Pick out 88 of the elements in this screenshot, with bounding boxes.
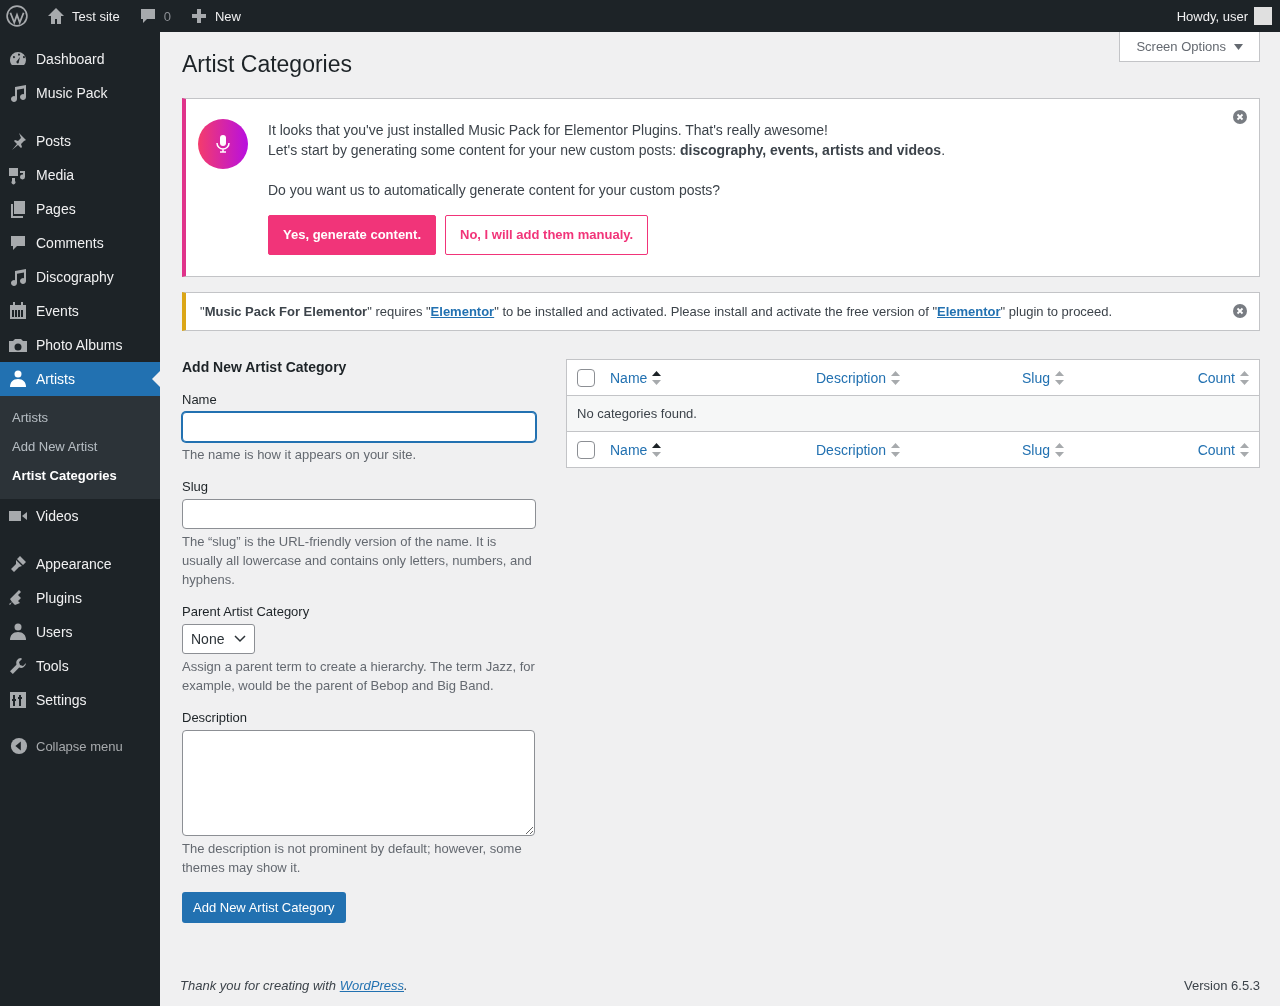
menu-item[interactable]: Photo Albums	[0, 328, 160, 362]
elementor-link[interactable]: Elementor	[937, 304, 1001, 319]
text-field[interactable]	[182, 412, 536, 442]
select-all-checkbox[interactable]	[577, 440, 595, 459]
notice-text: It looks that you've just installed Music Pack for Elementor Plugins. That's really awesome!	[268, 121, 829, 140]
page-title: Artist Categories	[182, 51, 353, 78]
add-category-button[interactable]: Add New Artist Category	[182, 892, 346, 923]
pages-icon	[8, 199, 28, 219]
chevron-down-icon	[234, 635, 247, 643]
warning-text: "Music Pack For Elementor" requires "Elementor" to be installed and activated. Please install and activate the free version of "Elementor" plugin to proceed.	[200, 304, 1113, 319]
decline-button[interactable]: No, I will add them manualy.	[445, 215, 649, 255]
submenu-item[interactable]: Artists	[0, 403, 160, 432]
close-icon[interactable]	[1233, 304, 1247, 318]
column-header[interactable]: Name	[610, 369, 816, 386]
music-note-icon	[8, 267, 28, 287]
field-label: Description	[182, 710, 249, 725]
home-icon	[46, 6, 66, 26]
sort-arrows-icon	[652, 441, 662, 458]
screen-options-button[interactable]: Screen Options	[1119, 32, 1260, 62]
new-link[interactable]: New	[214, 8, 241, 24]
generate-content-button[interactable]: Yes, generate content.	[268, 215, 436, 255]
footer-text: Thank you for creating with WordPress.	[180, 978, 408, 993]
parent-dropdown[interactable]: None	[182, 624, 256, 654]
sort-arrows-icon	[891, 369, 901, 386]
comment-count[interactable]: 0	[163, 8, 171, 24]
select-all-checkbox[interactable]	[577, 368, 595, 387]
menu-item[interactable]: Pages	[0, 192, 160, 226]
column-header[interactable]: Count	[1197, 441, 1249, 458]
wordpress-link[interactable]: WordPress	[339, 978, 404, 993]
field-label: Name	[182, 392, 218, 407]
sort-arrows-icon	[891, 441, 901, 458]
microphone-icon	[198, 119, 248, 169]
column-header[interactable]: Slug	[1022, 441, 1198, 458]
column-header[interactable]: Description	[816, 441, 1022, 458]
person-icon	[8, 369, 28, 389]
menu-item[interactable]: Discography	[0, 260, 160, 294]
caret-icon	[1234, 43, 1243, 50]
help-text: Assign a parent term to create a hierarchy. The term Jazz, for example, would be the parent of Bebop and Big Band.	[182, 658, 536, 695]
site-name-link[interactable]: Test site	[72, 8, 120, 24]
field-label: Slug	[182, 479, 210, 494]
field-label: Parent Artist Category	[182, 604, 311, 619]
left-arrow-circle-icon	[10, 737, 28, 755]
notice-text: Let's start by generating some content for your new custom posts: discography, events, artists and videos.	[268, 141, 946, 160]
help-text: The description is not prominent by default; however, some themes may show it.	[182, 840, 523, 877]
notice-question: Do you want us to automatically generate content for your custom posts?	[268, 181, 722, 200]
sort-arrows-icon	[1055, 441, 1065, 458]
column-header[interactable]: Slug	[1022, 369, 1198, 386]
menu-item[interactable]: Videos	[0, 499, 160, 533]
column-header[interactable]: Name	[610, 441, 816, 458]
menu-item[interactable]: Dashboard	[0, 42, 160, 76]
collapse-menu-button[interactable]: Collapse menu	[0, 731, 160, 761]
elementor-link[interactable]: Elementor	[430, 304, 495, 319]
menu-item[interactable]: Artists	[0, 362, 160, 396]
menu-item[interactable]: Users	[0, 615, 160, 649]
menu-item[interactable]: Comments	[0, 226, 160, 260]
wordpress-logo-icon	[6, 5, 28, 27]
menu-item[interactable]: Tools	[0, 649, 160, 683]
empty-message: No categories found.	[577, 406, 697, 421]
column-header[interactable]: Count	[1197, 369, 1249, 386]
submenu-item[interactable]: Add New Artist	[0, 432, 160, 461]
menu-item[interactable]: Appearance	[0, 547, 160, 581]
menu-item[interactable]: Posts	[0, 124, 160, 158]
sort-arrows-icon	[652, 369, 662, 386]
person-icon	[8, 622, 28, 642]
calendar-icon	[8, 301, 28, 321]
music-note-icon	[8, 83, 28, 103]
menu-item[interactable]: Media	[0, 158, 160, 192]
menu-item[interactable]: Plugins	[0, 581, 160, 615]
greeting-link[interactable]: Howdy, user	[1176, 8, 1248, 24]
menu-item[interactable]: Settings	[0, 683, 160, 717]
submenu-item[interactable]: Artist Categories	[0, 461, 160, 490]
menu-item[interactable]: Events	[0, 294, 160, 328]
help-text: The name is how it appears on your site.	[182, 446, 418, 464]
description-field[interactable]	[182, 730, 535, 836]
version-text: Version 6.5.3	[1184, 978, 1260, 993]
column-header[interactable]: Description	[816, 369, 1022, 386]
help-text: The “slug” is the URL-friendly version of the name. It is usually all lowercase and contains only letters, numbers, and hyphens.	[182, 533, 533, 589]
media-icon	[8, 165, 28, 185]
speech-bubble-icon	[8, 233, 28, 253]
wrench-icon	[8, 656, 28, 676]
text-field[interactable]	[182, 499, 536, 529]
sort-arrows-icon	[1240, 369, 1249, 386]
form-title: Add New Artist Category	[182, 359, 348, 375]
sliders-icon	[8, 690, 28, 710]
close-icon[interactable]	[1233, 110, 1247, 124]
sort-arrows-icon	[1055, 369, 1065, 386]
menu-item[interactable]: Music Pack	[0, 76, 160, 110]
sort-arrows-icon	[1240, 441, 1249, 458]
